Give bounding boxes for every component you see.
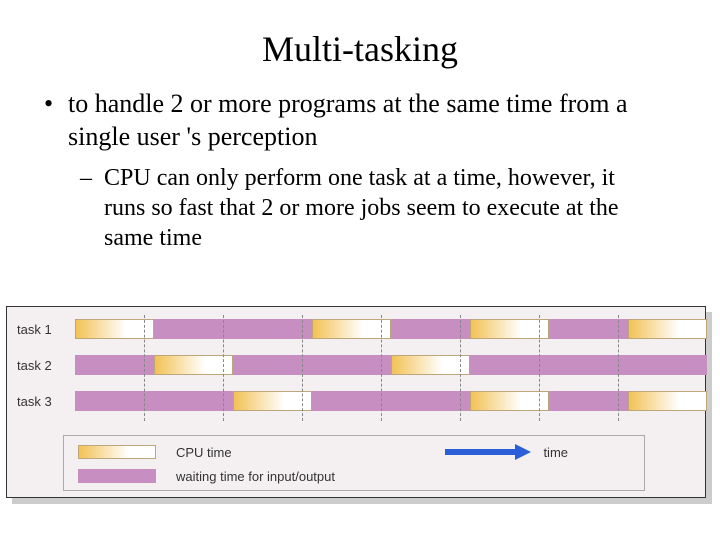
wait-segment	[75, 391, 233, 411]
legend-wait-label: waiting time for input/output	[176, 469, 335, 484]
cpu-segment	[154, 355, 233, 375]
wait-segment	[75, 355, 154, 375]
cpu-segment	[75, 319, 154, 339]
timing-diagram: CPU time waiting time for input/output t…	[6, 306, 712, 504]
bullet-level2: CPU can only perform one task at a time,…	[104, 163, 672, 253]
time-division-line	[618, 315, 619, 421]
time-division-line	[460, 315, 461, 421]
arrow-line-icon	[445, 449, 515, 455]
time-division-line	[223, 315, 224, 421]
arrow-head-icon	[515, 444, 531, 460]
legend-box: CPU time waiting time for input/output t…	[63, 435, 645, 491]
slide-title: Multi-tasking	[0, 0, 720, 88]
task-label: task 3	[17, 394, 61, 409]
legend-cpu-label: CPU time	[176, 445, 232, 460]
cpu-segment	[628, 319, 707, 339]
cpu-segment	[470, 391, 549, 411]
slide: Multi-tasking to handle 2 or more progra…	[0, 0, 720, 540]
wait-segment	[470, 355, 707, 375]
task-label: task 2	[17, 358, 61, 373]
time-label: time	[543, 445, 568, 460]
time-arrow: time	[445, 444, 568, 460]
time-division-line	[381, 315, 382, 421]
wait-segment	[549, 319, 628, 339]
task-track	[75, 355, 685, 375]
wait-segment	[154, 319, 312, 339]
time-division-line	[144, 315, 145, 421]
time-division-line	[539, 315, 540, 421]
cpu-segment	[312, 319, 391, 339]
legend-cpu: CPU time	[78, 442, 232, 462]
task-label: task 1	[17, 322, 61, 337]
wait-segment	[312, 391, 470, 411]
legend-wait: waiting time for input/output	[78, 466, 335, 486]
wait-swatch-icon	[78, 469, 156, 483]
task-row: task 2	[17, 353, 695, 377]
wait-segment	[233, 355, 391, 375]
cpu-segment	[628, 391, 707, 411]
diagram-body: CPU time waiting time for input/output t…	[6, 306, 706, 498]
cpu-segment	[233, 391, 312, 411]
cpu-segment	[391, 355, 470, 375]
task-row: task 3	[17, 389, 695, 413]
time-division-line	[302, 315, 303, 421]
cpu-segment	[470, 319, 549, 339]
bullet-level1: to handle 2 or more programs at the same…	[68, 88, 672, 153]
task-track	[75, 319, 685, 339]
cpu-swatch-icon	[78, 445, 156, 459]
task-track	[75, 391, 685, 411]
task-row: task 1	[17, 317, 695, 341]
wait-segment	[549, 391, 628, 411]
wait-segment	[391, 319, 470, 339]
bullet-list: to handle 2 or more programs at the same…	[0, 88, 720, 253]
